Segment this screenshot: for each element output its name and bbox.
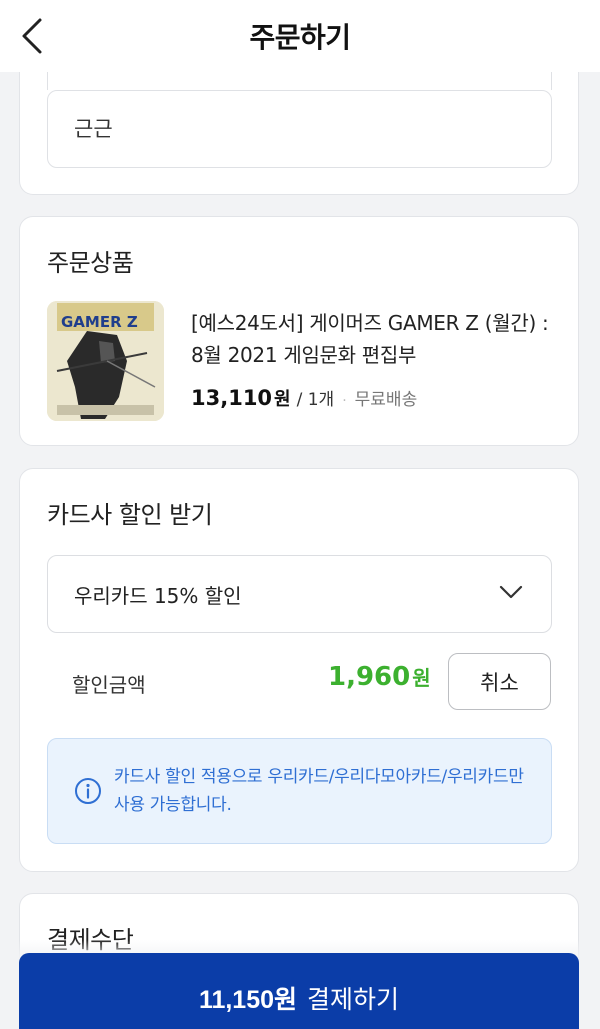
product-name[interactable]: [예스24도서] 게이머즈 GAMER Z (월간) : 8월 2021 게임문…	[191, 307, 561, 371]
address-detail-field[interactable]: 근근	[47, 90, 552, 168]
price-row: 13,110 원 / 1개 · 무료배송	[191, 385, 417, 411]
cancel-discount-button[interactable]: 취소	[448, 653, 551, 710]
price-unit: 원	[274, 389, 291, 410]
product-thumbnail[interactable]: GAMER Z	[47, 301, 164, 421]
order-section-title: 주문상품	[47, 249, 134, 277]
discount-amount: 1,960 원	[328, 662, 431, 692]
product-quantity: / 1개	[296, 390, 335, 410]
discount-select[interactable]: 우리카드 15% 할인	[47, 555, 552, 633]
pay-total-amount: 11,150원	[198, 986, 298, 1014]
discount-info-notice: 카드사 할인 적용으로 우리카드/우리다모아카드/우리카드만 사용 가능합니다.	[47, 738, 552, 844]
svg-text:GAMER Z: GAMER Z	[61, 313, 138, 331]
top-header: 주문하기	[0, 0, 600, 72]
chevron-left-icon	[22, 18, 42, 54]
page-title: 주문하기	[249, 21, 351, 54]
discount-amount-unit: 원	[412, 666, 431, 690]
separator-dot: ·	[342, 393, 347, 409]
card-discount-section: 카드사 할인 받기 우리카드 15% 할인 할인금액 1,960 원 취소 카드…	[19, 468, 579, 872]
magazine-cover-image: GAMER Z	[47, 301, 164, 421]
back-button[interactable]	[18, 16, 48, 56]
discount-amount-value: 1,960	[328, 662, 411, 692]
order-product-card: 주문상품 GAMER Z [예스24도서] 게이머즈 GAMER Z (월간) …	[19, 216, 579, 446]
discount-info-text: 카드사 할인 적용으로 우리카드/우리다모아카드/우리카드만 사용 가능합니다.	[114, 767, 524, 815]
address-detail-text: 근근	[74, 117, 113, 141]
discount-selected-option: 우리카드 15% 할인	[74, 584, 242, 608]
product-price: 13,110	[191, 386, 273, 410]
pay-button[interactable]: 11,150원 결제하기	[19, 953, 579, 1029]
chevron-down-icon	[499, 584, 523, 604]
discount-amount-label: 할인금액	[72, 673, 146, 697]
shipping-info: 무료배송	[354, 390, 418, 410]
pay-button-label: 결제하기	[307, 986, 400, 1014]
info-icon	[74, 777, 102, 809]
discount-section-title: 카드사 할인 받기	[47, 501, 213, 529]
